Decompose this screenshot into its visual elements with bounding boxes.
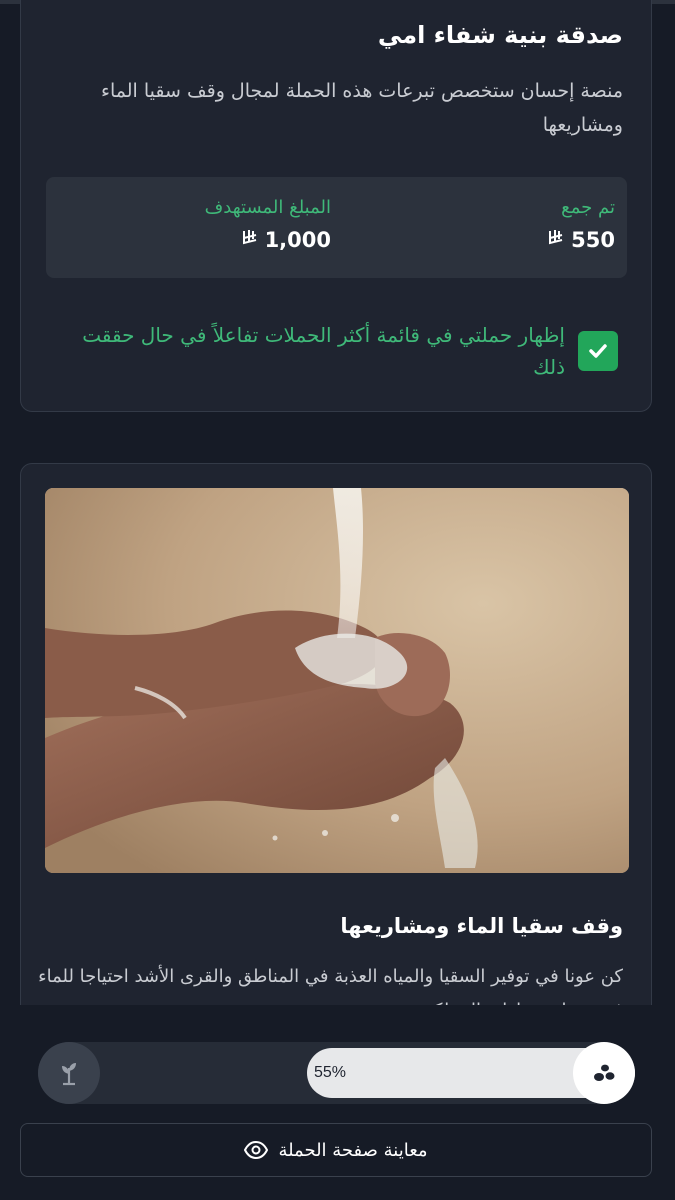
preview-campaign-page-button[interactable]: معاينة صفحة الحملة xyxy=(20,1123,652,1177)
seeds-icon xyxy=(573,1042,635,1104)
hands-water-photo xyxy=(45,488,629,873)
target-amount: 1,000 xyxy=(264,228,331,252)
progress-percentage: 55% xyxy=(314,1064,347,1081)
riyal-currency-icon xyxy=(241,229,259,252)
riyal-currency-icon xyxy=(547,229,565,252)
show-in-top-campaigns-label[interactable]: إظهار حملتي في قائمة أكثر الحملات تفاعلا… xyxy=(50,319,565,383)
eye-icon xyxy=(244,1141,269,1159)
check-icon xyxy=(589,344,607,358)
campaign-title: صدقة بنية شفاء امي xyxy=(377,21,623,49)
target-stat: المبلغ المستهدف 1,000 xyxy=(205,197,331,252)
campaign-summary-card: صدقة بنية شفاء امي منصة إحسان ستخصص تبرع… xyxy=(20,0,652,412)
collected-label: تم جمع xyxy=(561,197,615,218)
target-label: المبلغ المستهدف xyxy=(204,197,331,218)
preview-button-label: معاينة صفحة الحملة xyxy=(278,1139,428,1161)
bottom-panel: 55% معاينة صفحة الحملة xyxy=(0,1005,675,1200)
campaign-description: منصة إحسان ستخصص تبرعات هذه الحملة لمجال… xyxy=(101,80,623,136)
collected-amount: 550 xyxy=(571,228,615,252)
campaign-progress-bar: 55% xyxy=(38,1042,635,1104)
collected-stat: تم جمع 550 xyxy=(547,197,615,252)
project-card: وقف سقيا الماء ومشاريعها كن عونا في توفي… xyxy=(20,463,652,1083)
show-in-top-campaigns-checkbox[interactable] xyxy=(578,331,618,371)
project-title: وقف سقيا الماء ومشاريعها xyxy=(340,914,623,938)
sprout-icon xyxy=(38,1042,100,1104)
donation-stats: تم جمع 550 المبلغ المستهدف 1,000 xyxy=(46,177,627,278)
